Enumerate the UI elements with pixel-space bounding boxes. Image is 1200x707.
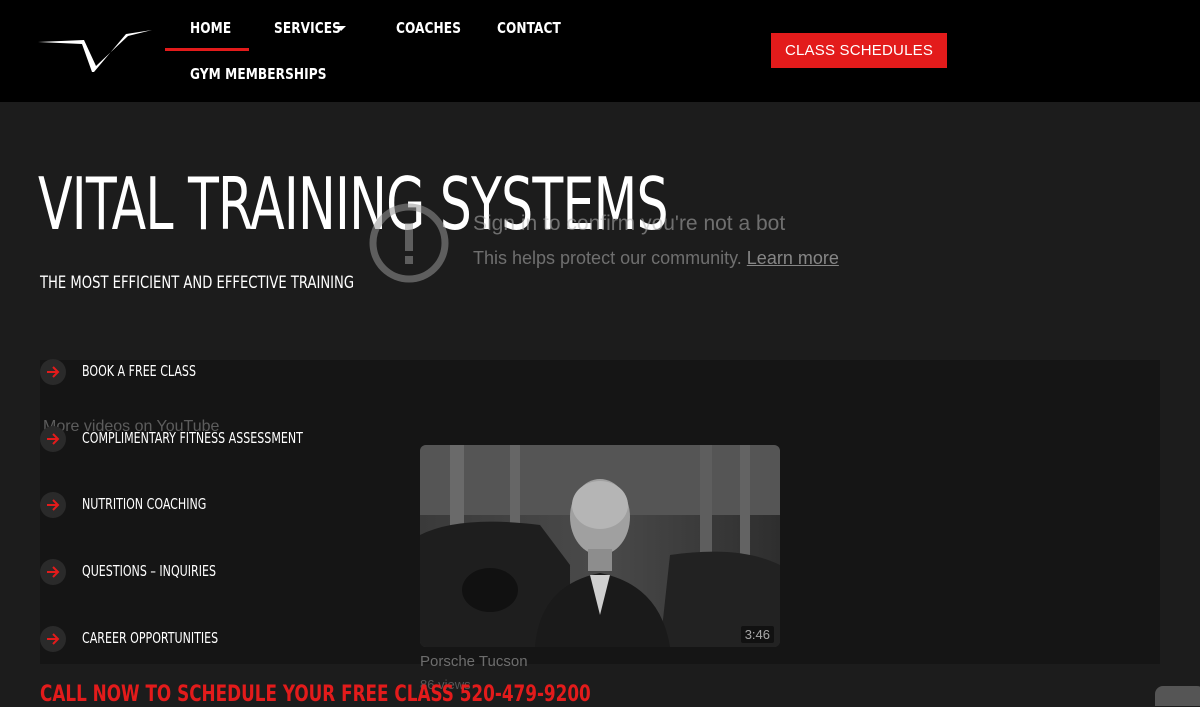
nav-home[interactable]: HOME: [190, 19, 231, 37]
service-label: NUTRITION COACHING: [82, 495, 207, 513]
arrow-right-icon: [40, 626, 66, 652]
warning-icon: [369, 203, 449, 283]
bot-check-subtitle: This helps protect our community. Learn …: [473, 248, 839, 269]
arrow-right-icon: [40, 359, 66, 385]
brand-logo[interactable]: [36, 28, 152, 74]
video-thumbnail[interactable]: 3:46: [420, 445, 780, 647]
bot-check-text: This helps protect our community.: [473, 248, 742, 268]
scroll-to-top-button[interactable]: [1155, 686, 1200, 706]
video-duration: 3:46: [740, 626, 774, 643]
class-schedules-button[interactable]: CLASS SCHEDULES: [771, 33, 947, 68]
video-thumbnail-image: [420, 445, 780, 647]
arrow-right-icon: [40, 426, 66, 452]
learn-more-link[interactable]: Learn more: [747, 248, 839, 268]
nav-gym-memberships[interactable]: GYM MEMBERSHIPS: [190, 65, 327, 83]
service-label: CAREER OPPORTUNITIES: [82, 629, 219, 647]
nav-services[interactable]: SERVICES: [274, 19, 341, 37]
nav-active-indicator: [165, 48, 249, 51]
service-label: QUESTIONS – INQUIRIES: [82, 562, 216, 580]
chevron-down-icon[interactable]: [336, 26, 346, 31]
site-header: HOME SERVICES COACHES CONTACT GYM MEMBER…: [0, 0, 1200, 102]
nav-contact[interactable]: CONTACT: [497, 19, 561, 37]
service-label: BOOK A FREE CLASS: [82, 362, 196, 380]
page-subtitle: THE MOST EFFICIENT AND EFFECTIVE TRAININ…: [40, 273, 355, 293]
arrow-right-icon: [40, 559, 66, 585]
bot-check-title: Sign in to confirm you're not a bot: [473, 212, 786, 235]
nav-coaches[interactable]: COACHES: [396, 19, 461, 37]
video-title[interactable]: Porsche Tucson: [420, 653, 528, 670]
arrow-right-icon: [40, 492, 66, 518]
service-label: COMPLIMENTARY FITNESS ASSESSMENT: [82, 429, 303, 447]
call-now-banner[interactable]: CALL NOW TO SCHEDULE YOUR FREE CLASS 520…: [40, 682, 591, 707]
